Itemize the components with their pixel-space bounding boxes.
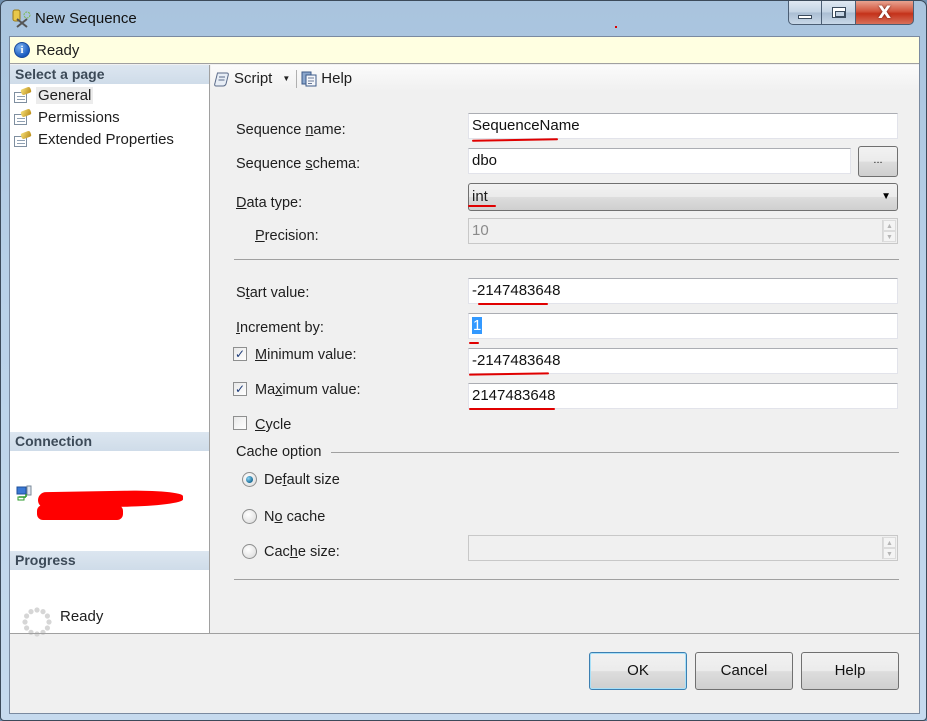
precision-label: Precision: bbox=[255, 228, 319, 244]
close-button[interactable]: X bbox=[856, 1, 914, 25]
help-button[interactable]: Help bbox=[801, 652, 899, 690]
data-type-select[interactable]: int ▼ bbox=[468, 183, 898, 211]
left-pane: Select a page General Permissions Extend… bbox=[10, 65, 210, 637]
dialog-window: New Sequence X i Ready Select a page Gen… bbox=[0, 0, 927, 721]
minimum-value-label: Minimum value: bbox=[255, 347, 357, 363]
default-size-label: Default size bbox=[264, 472, 340, 488]
page-item-label: Extended Properties bbox=[38, 130, 174, 148]
separator bbox=[234, 259, 899, 260]
status-bar: i Ready bbox=[10, 37, 919, 64]
toolbar-help-button[interactable]: Help bbox=[301, 70, 352, 87]
minimum-value-input[interactable]: -2147483648 bbox=[468, 348, 898, 374]
script-button[interactable]: Script ▼ bbox=[214, 70, 296, 87]
no-cache-radio[interactable] bbox=[242, 509, 257, 524]
increment-by-input[interactable]: 1 bbox=[468, 313, 898, 339]
progress-header: Progress bbox=[10, 551, 209, 570]
cycle-label: Cycle bbox=[255, 417, 292, 433]
separator bbox=[234, 579, 899, 580]
script-scroll-icon bbox=[214, 72, 229, 86]
caption-buttons: X bbox=[788, 1, 914, 26]
spin-down-icon: ▼ bbox=[883, 231, 896, 242]
data-type-value: int bbox=[472, 188, 488, 205]
cycle-checkbox[interactable] bbox=[233, 416, 247, 430]
spin-up-icon: ▲ bbox=[883, 537, 896, 548]
page-item-permissions[interactable]: Permissions bbox=[14, 107, 122, 127]
annotation-underline bbox=[469, 342, 479, 344]
maximize-icon bbox=[831, 7, 846, 18]
title-bar[interactable]: New Sequence X bbox=[1, 1, 926, 37]
annotation-underline bbox=[468, 372, 550, 376]
minimum-value-checkbox[interactable]: ✓ bbox=[233, 347, 247, 361]
redacted-connection-user bbox=[37, 505, 123, 520]
maximum-value-checkbox[interactable]: ✓ bbox=[233, 382, 247, 396]
cache-option-group-label: Cache option bbox=[236, 444, 322, 460]
annotation-underline bbox=[469, 408, 555, 410]
select-page-header: Select a page bbox=[10, 65, 209, 84]
sequence-schema-label: Sequence schema: bbox=[236, 156, 361, 172]
spin-up-icon: ▲ bbox=[883, 220, 896, 231]
cache-size-stepper: ▲ ▼ bbox=[468, 535, 898, 561]
spin-down-icon: ▼ bbox=[883, 548, 896, 559]
precision-stepper: 10 ▲ ▼ bbox=[468, 218, 898, 244]
minimize-button[interactable] bbox=[788, 1, 822, 25]
dropdown-arrow-icon: ▼ bbox=[881, 191, 891, 202]
minimize-icon bbox=[798, 14, 812, 19]
sequence-name-label: Sequence name: bbox=[236, 122, 346, 138]
dialog-client: i Ready Select a page General Permission… bbox=[9, 36, 920, 714]
default-size-radio[interactable] bbox=[242, 472, 257, 487]
annotation-underline bbox=[478, 303, 548, 305]
annotation-underline bbox=[471, 138, 559, 142]
group-separator bbox=[331, 452, 899, 453]
sequence-name-input[interactable]: SequenceName bbox=[468, 113, 898, 139]
sequence-schema-input[interactable]: dbo bbox=[468, 148, 851, 174]
info-icon: i bbox=[14, 42, 30, 58]
increment-by-value: 1 bbox=[472, 317, 483, 334]
server-connection-icon bbox=[16, 485, 32, 501]
no-cache-label: No cache bbox=[264, 509, 326, 525]
increment-by-label: Increment by: bbox=[236, 320, 324, 336]
browse-schema-button[interactable]: ... bbox=[858, 146, 898, 177]
toolbar-separator bbox=[296, 69, 298, 88]
general-page-form: Sequence name: SequenceName Sequence sch… bbox=[211, 93, 920, 633]
cache-size-radio[interactable] bbox=[242, 544, 257, 559]
maximum-value-label: Maximum value: bbox=[255, 382, 361, 398]
toolbar: Script ▼ Help bbox=[211, 65, 919, 92]
start-value-input[interactable]: -2147483648 bbox=[468, 278, 898, 304]
page-item-general[interactable]: General bbox=[14, 85, 94, 105]
help-document-icon bbox=[301, 71, 317, 86]
footer-separator bbox=[10, 633, 919, 634]
cancel-button[interactable]: Cancel bbox=[695, 652, 793, 690]
cache-size-label: Cache size: bbox=[264, 544, 340, 560]
status-text: Ready bbox=[36, 41, 80, 59]
page-item-label: General bbox=[36, 86, 94, 104]
start-value-label: Start value: bbox=[236, 285, 310, 301]
close-icon: X bbox=[877, 2, 892, 23]
ok-button[interactable]: OK bbox=[589, 652, 687, 690]
cache-size-spin-buttons: ▲ ▼ bbox=[882, 537, 896, 559]
precision-spin-buttons: ▲ ▼ bbox=[882, 220, 896, 242]
data-type-label: Data type: bbox=[236, 195, 303, 211]
annotation-dot bbox=[615, 26, 617, 28]
properties-page-icon bbox=[14, 107, 32, 125]
properties-page-icon bbox=[14, 129, 32, 147]
script-label: Script bbox=[234, 70, 273, 87]
window-title: New Sequence bbox=[35, 10, 137, 27]
chevron-down-icon[interactable]: ▼ bbox=[282, 74, 290, 83]
page-item-label: Permissions bbox=[38, 108, 120, 126]
properties-page-icon bbox=[14, 85, 32, 103]
sequence-app-icon bbox=[12, 9, 31, 28]
help-label: Help bbox=[321, 70, 353, 87]
annotation-underline bbox=[468, 205, 496, 207]
progress-status: Ready bbox=[60, 608, 104, 625]
precision-value: 10 bbox=[472, 222, 489, 239]
page-item-extended-properties[interactable]: Extended Properties bbox=[14, 129, 176, 149]
connection-header: Connection bbox=[10, 432, 209, 451]
maximum-value-input[interactable]: 2147483648 bbox=[468, 383, 898, 409]
maximize-button[interactable] bbox=[822, 1, 856, 25]
